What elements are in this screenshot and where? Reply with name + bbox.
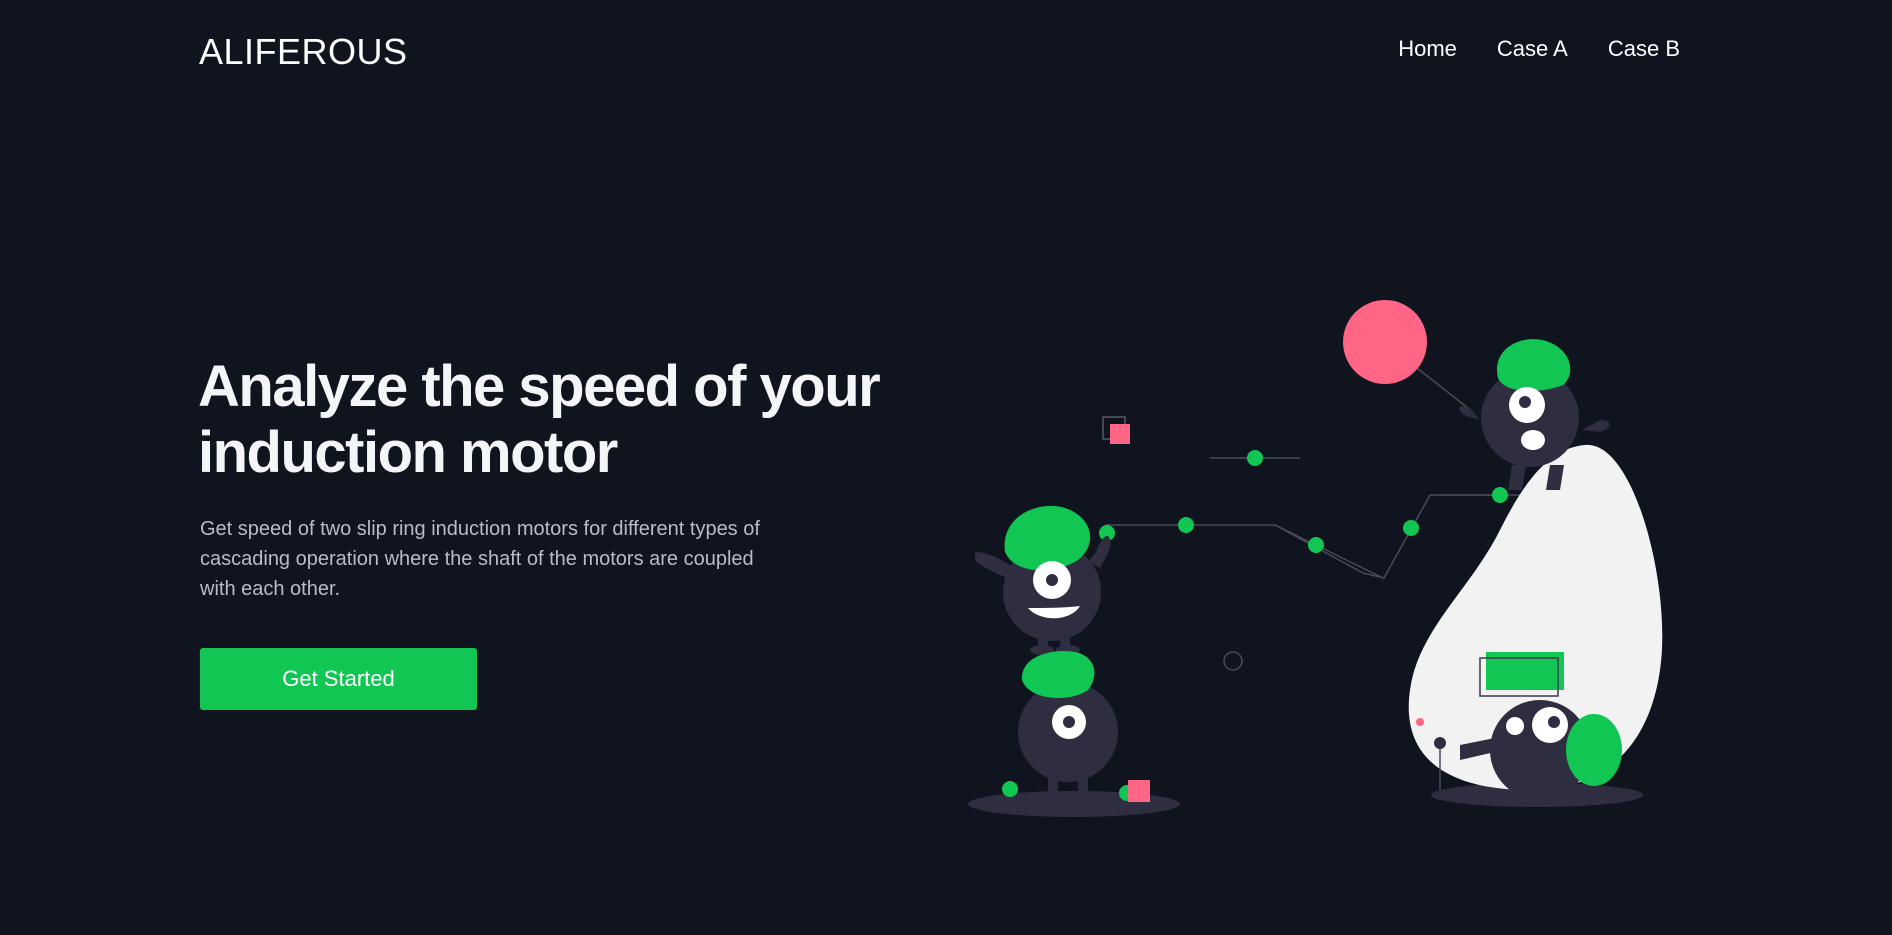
nav-case-a-link[interactable]: Case A (1497, 36, 1568, 62)
monsters-illustration-icon (968, 300, 1663, 817)
landing-page: ALIFEROUS Home Case A Case B Analyze the… (0, 0, 1892, 935)
balloon-icon (1343, 300, 1427, 384)
monster-top-left-icon (975, 505, 1111, 655)
main-nav: Home Case A Case B (1398, 36, 1680, 62)
hero-description: Get speed of two slip ring induction mot… (200, 518, 760, 600)
hero-title-line-1: Analyze the speed of your (198, 354, 881, 419)
get-started-button[interactable]: Get Started (200, 648, 477, 710)
nav-case-b-link[interactable]: Case B (1608, 36, 1680, 62)
pink-square-icon (1110, 424, 1130, 444)
nav-home-link[interactable]: Home (1398, 36, 1457, 62)
hero-title: Analyze the speed of your induction moto… (198, 354, 898, 486)
brand-logo[interactable]: ALIFEROUS (199, 31, 408, 73)
hero-title-line-2: induction motor (198, 420, 618, 485)
monster-bottom-left-icon (1018, 650, 1150, 802)
outline-circle-icon (1223, 651, 1243, 671)
